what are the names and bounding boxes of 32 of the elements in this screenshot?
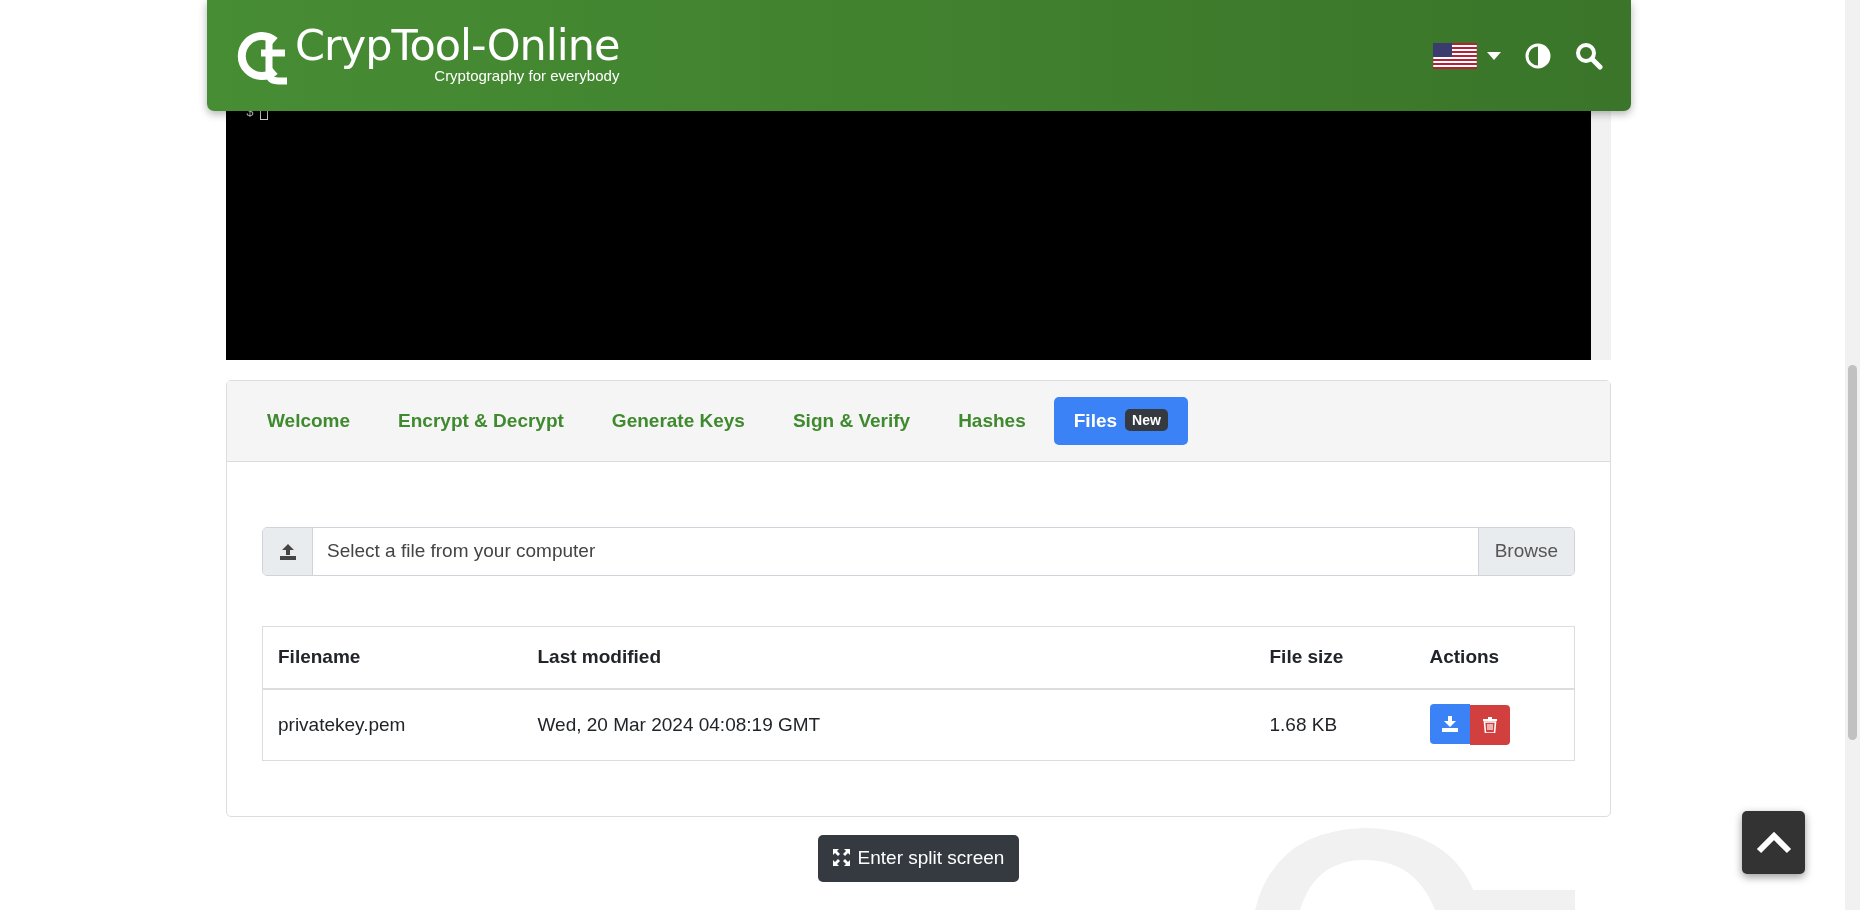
file-input[interactable]: Select a file from your computer Browse <box>262 527 1575 576</box>
column-header: Actions <box>1414 626 1575 689</box>
site-title[interactable]: CrypTool-Online <box>295 23 620 67</box>
contrast-icon[interactable] <box>1525 42 1551 69</box>
browse-button[interactable]: Browse <box>1477 528 1574 575</box>
tab[interactable]: Generate Keys <box>591 396 765 446</box>
scrollbar-thumb[interactable] <box>1848 365 1857 740</box>
delete-button[interactable] <box>1469 705 1510 746</box>
table-cell: privatekey.pem <box>262 688 523 761</box>
new-badge: New <box>1125 408 1168 431</box>
download-button[interactable] <box>1429 704 1470 745</box>
site-tagline: Cryptography for everybody <box>434 66 620 86</box>
chevron-up-icon <box>1755 831 1792 854</box>
column-header: Filename <box>262 626 523 689</box>
tab[interactable]: Welcome <box>247 396 371 446</box>
caret-icon[interactable] <box>1487 51 1501 60</box>
column-header: Last modified <box>522 626 1255 689</box>
flag-icon[interactable] <box>1433 42 1477 69</box>
page-scrollbar[interactable] <box>1845 0 1860 910</box>
download-icon <box>1440 715 1459 734</box>
upload-icon <box>278 542 297 561</box>
table-cell: Wed, 20 Mar 2024 04:08:19 GMT <box>522 688 1255 761</box>
trash-icon <box>1482 717 1497 734</box>
back-to-top-button[interactable] <box>1742 811 1805 874</box>
table-cell: 1.68 KB <box>1254 688 1415 761</box>
tab[interactable]: Hashes <box>938 396 1046 446</box>
column-header: File size <box>1254 626 1415 689</box>
tab[interactable]: Encrypt & Decrypt <box>378 396 584 446</box>
search-icon[interactable] <box>1575 41 1603 70</box>
expand-icon <box>832 849 850 866</box>
tab[interactable]: Sign & Verify <box>772 396 931 446</box>
split-screen-button[interactable]: Enter split screen <box>817 835 1020 882</box>
